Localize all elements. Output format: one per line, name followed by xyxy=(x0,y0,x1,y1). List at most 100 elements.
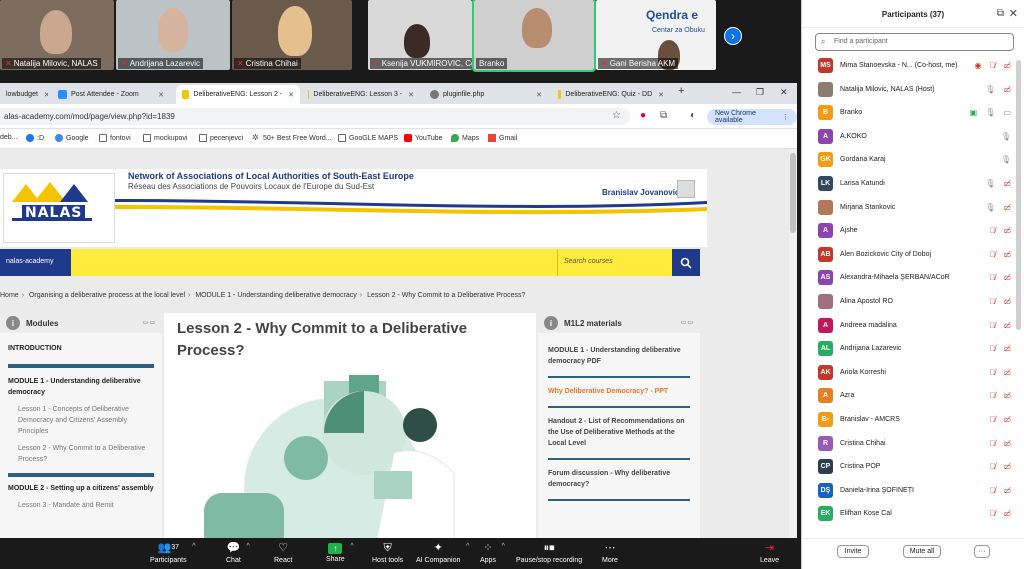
bookmark-item[interactable]: Maps xyxy=(451,134,479,142)
chevron-up-icon[interactable]: ^ xyxy=(247,543,250,550)
material-link[interactable]: Forum discussion - Why deliberative demo… xyxy=(538,468,700,490)
chevron-up-icon[interactable]: ^ xyxy=(502,543,505,550)
participant-row[interactable]: AK Ariola Korreshi 🎙̸ ▭̸ xyxy=(802,361,1015,384)
block-controls-icon[interactable]: ▭▭ xyxy=(681,319,694,326)
bookmark-item[interactable]: Google xyxy=(55,134,89,142)
participant-row[interactable]: A Azra 🎙̸ ▭̸ xyxy=(802,384,1015,407)
close-icon[interactable]: ✕ xyxy=(152,91,164,99)
participant-row[interactable]: CP Cristina POP 🎙̸ ▭̸ xyxy=(802,455,1015,478)
bookmark-folder[interactable]: fontovi xyxy=(99,134,131,142)
chevron-up-icon[interactable]: ^ xyxy=(466,543,469,550)
browser-tab[interactable]: lowbudget ✕ xyxy=(0,85,48,104)
bookmark-item[interactable]: deb... xyxy=(0,134,18,141)
participant-row[interactable]: AB Alen Bozickovic City of Doboj 🎙̸ ▭̸ xyxy=(802,243,1015,266)
nalas-logo[interactable]: NALAS xyxy=(3,173,115,243)
breadcrumb-item[interactable]: Home xyxy=(0,292,19,299)
next-tiles-button[interactable]: › xyxy=(724,27,742,45)
participant-row[interactable]: DŞ Daniela-Irina ŞOFINEȚI 🎙̸ ▭̸ xyxy=(802,479,1015,502)
participants-scrollbar[interactable] xyxy=(1016,60,1021,330)
module-link[interactable]: MODULE 2 - Setting up a citizens' assemb… xyxy=(0,483,162,494)
participant-row[interactable]: A Ajshe 🎙̸ ▭̸ xyxy=(802,219,1015,242)
participant-row[interactable]: B- Branislav - AMCRS 🎙̸ ▭̸ xyxy=(802,408,1015,431)
leave-button[interactable]: ⇥ Leave xyxy=(760,541,779,564)
chat-button[interactable]: 💬 Chat ^ xyxy=(226,541,250,564)
bookmark-item[interactable]: :D xyxy=(26,134,44,142)
search-courses-input[interactable]: Search courses xyxy=(557,249,672,276)
participant-row[interactable]: B Branko ▣ 🎙 ▭ xyxy=(802,101,1015,124)
user-avatar[interactable] xyxy=(677,180,695,198)
pause-stop-recording-button[interactable]: ⏸⏹ Pause/stop recording xyxy=(516,541,582,564)
page-scrollbar[interactable] xyxy=(789,149,797,538)
bookmark-item[interactable]: YouTube xyxy=(404,134,443,142)
close-icon[interactable]: ✕ xyxy=(652,91,664,99)
close-icon[interactable]: ✕ xyxy=(38,91,48,99)
bookmark-item[interactable]: ✲ 50+ Best Free Word... xyxy=(252,134,332,142)
participant-row[interactable]: GK Gordana Karaj 🎙 xyxy=(802,148,1015,171)
close-icon[interactable]: ✕ xyxy=(530,91,542,99)
ai-companion-button[interactable]: ✦ AI Companion ^ xyxy=(416,541,469,564)
close-icon[interactable]: ✕ xyxy=(282,91,294,99)
mute-all-button[interactable]: Mute all xyxy=(903,545,941,558)
video-tile-active-speaker[interactable]: Branko xyxy=(472,0,596,72)
minimize-icon[interactable]: — xyxy=(732,87,741,97)
participant-row[interactable]: LK Larisa Katundi 🎙 ▭̸ xyxy=(802,172,1015,195)
search-button[interactable] xyxy=(672,249,700,276)
scrollbar-thumb[interactable] xyxy=(790,153,796,233)
close-window-icon[interactable]: ✕ xyxy=(780,87,788,98)
participant-row[interactable]: AL Andrijana Lazarevic 🎙̸ ▭̸ xyxy=(802,337,1015,360)
host-tools-button[interactable]: ⛨ Host tools xyxy=(372,541,403,564)
nav-academy-link[interactable]: nalas-academy xyxy=(0,249,71,276)
material-link-highlighted[interactable]: Why Deliberative Democracy? - PPT xyxy=(538,386,700,397)
chevron-up-icon[interactable]: ^ xyxy=(350,543,353,550)
participant-row[interactable]: AS Alexandra-Mihaela ŞERBAN/ACoR 🎙̸ ▭̸ xyxy=(802,266,1015,289)
pop-out-icon[interactable]: ⧉ xyxy=(997,8,1004,19)
video-tile[interactable]: ✕ Andrijana Lazarevic xyxy=(116,0,230,70)
block-controls-icon[interactable]: ▭▭ xyxy=(143,319,156,326)
close-icon[interactable]: ✕ xyxy=(402,91,414,99)
video-tile[interactable]: Qendra e Centar za Obuku ✕ Gani Berisha A… xyxy=(596,0,716,70)
url-field[interactable]: alas-academy.com/mod/page/view.php?id=18… xyxy=(0,108,630,125)
apps-button[interactable]: ⁘ Apps ^ xyxy=(480,541,505,564)
maximize-icon[interactable]: ❐ xyxy=(756,87,764,98)
invite-button[interactable]: Invite xyxy=(837,545,869,558)
participants-button[interactable]: 👥37 Participants ^ xyxy=(150,541,196,564)
video-tile[interactable]: ✕ Cristina Chihai xyxy=(232,0,352,70)
participant-row[interactable]: Mirjana Stankovic 🎙 ▭̸ xyxy=(802,196,1015,219)
browser-tab[interactable]: DeliberativeENG: Lesson 3 - ✕ xyxy=(302,85,420,104)
participant-row[interactable]: EK Elifhan Kose Cal 🎙̸ ▭̸ xyxy=(802,502,1015,525)
breadcrumb-item[interactable]: Organising a deliberative process at the… xyxy=(29,292,185,299)
participant-row[interactable]: Alina Apostol RO 🎙̸ ▭̸ xyxy=(802,290,1015,313)
bookmark-folder[interactable]: GooGLE MAPS xyxy=(338,134,398,142)
kebab-menu-icon[interactable]: ⋮ xyxy=(782,113,789,121)
video-tile[interactable]: ✕Ksenija VUKMIROVIC, CoE Po... xyxy=(368,0,472,70)
browser-tab[interactable]: Post Attendee - Zoom ✕ xyxy=(52,85,170,104)
participant-row[interactable]: R Cristina Chihai 🎙̸ ▭̸ xyxy=(802,432,1015,455)
pinterest-icon[interactable]: ● xyxy=(640,110,646,121)
close-icon[interactable]: ✕ xyxy=(1009,7,1018,20)
lesson-link-current[interactable]: Lesson 2 - Why Commit to a Deliberative … xyxy=(0,443,162,465)
new-tab-button[interactable]: + xyxy=(678,85,684,97)
breadcrumb-item[interactable]: MODULE 1 - Understanding deliberative de… xyxy=(195,292,356,299)
lesson-link[interactable]: Lesson 1 - Concepts of Deliberative Demo… xyxy=(0,404,162,437)
bookmark-folder[interactable]: pecenjevci xyxy=(199,134,243,142)
browser-tab[interactable]: DeliberativeENG: Quiz - DD ✕ xyxy=(552,85,670,104)
bookmark-folder[interactable]: mockupovi xyxy=(143,134,187,142)
profile-icon[interactable]: ◐ xyxy=(690,110,696,121)
participant-search-input[interactable]: ⌕ Find a participant xyxy=(815,33,1014,51)
chevron-up-icon[interactable]: ^ xyxy=(192,543,195,550)
lesson-link[interactable]: Lesson 3 - Mandate and Remit xyxy=(0,500,162,511)
browser-tab[interactable]: pluginfile.php ✕ xyxy=(424,85,548,104)
user-menu[interactable]: Branislav Jovanovic ▾ xyxy=(602,188,686,197)
participant-row[interactable]: A A.KOKO 🎙 xyxy=(802,125,1015,148)
participant-row[interactable]: MS Mima Stanoevska - N... (Co-host, me) ◉ 🎙… xyxy=(802,54,1015,77)
browser-tab-active[interactable]: DeliberativeENG: Lesson 2 - ✕ xyxy=(176,85,300,104)
more-options-button[interactable]: ··· xyxy=(974,545,990,558)
module-link[interactable]: MODULE 1 - Understanding deliberative de… xyxy=(0,376,162,398)
participant-row[interactable]: A Andreea madalina 🎙̸ ▭̸ xyxy=(802,314,1015,337)
material-link[interactable]: MODULE 1 - Understanding deliberative de… xyxy=(538,345,700,367)
extensions-icon[interactable]: ⧉ xyxy=(660,110,667,121)
participant-row[interactable]: Natalija Milovic, NALAS (Host) 🎙 ▭̸ xyxy=(802,78,1015,101)
star-icon[interactable]: ☆ xyxy=(612,110,621,121)
share-button[interactable]: ↑ Share ^ xyxy=(326,541,354,563)
module-link[interactable]: INTRODUCTION xyxy=(0,343,162,354)
